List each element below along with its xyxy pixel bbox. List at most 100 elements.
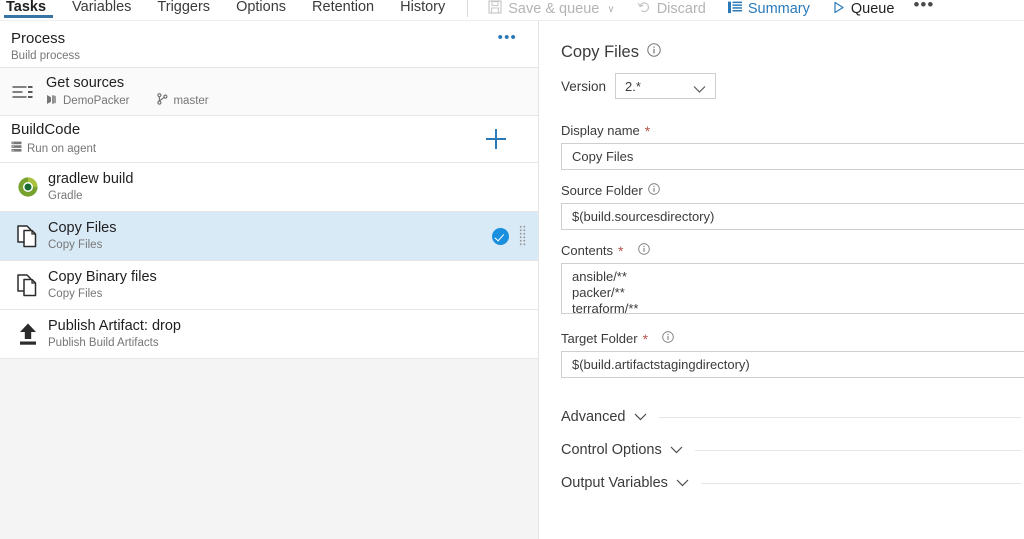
phase-text: BuildCode Run on agent <box>11 121 538 158</box>
task-subtitle: Copy Files <box>48 288 103 300</box>
source-folder-label: Source Folder <box>561 183 643 198</box>
task-row-gradlew-build[interactable]: gradlew build Gradle <box>0 163 538 212</box>
contents-field-group: Contents * ansible/** packer/** terrafor… <box>561 242 1024 319</box>
branch-icon <box>157 93 168 109</box>
save-and-queue-label: Save & queue <box>508 0 600 17</box>
task-text: gradlew build Gradle <box>48 170 538 204</box>
display-name-input[interactable] <box>561 143 1024 170</box>
get-sources-text: Get sources DemoPacker master <box>46 74 538 109</box>
info-icon[interactable] <box>647 182 660 199</box>
version-label: Version <box>561 78 607 94</box>
task-subtitle: Copy Files <box>48 239 103 251</box>
task-title: Copy Binary files <box>48 269 157 285</box>
task-row-copy-binary-files[interactable]: Copy Binary files Copy Files <box>0 261 538 310</box>
section-control-options-label: Control Options <box>561 442 662 458</box>
task-row-publish-artifact[interactable]: Publish Artifact: drop Publish Build Art… <box>0 310 538 359</box>
display-name-field-group: Display name * <box>561 122 1024 170</box>
target-folder-label: Target Folder <box>561 331 638 346</box>
version-select[interactable]: 2.* <box>615 73 717 99</box>
task-row-copy-files[interactable]: Copy Files Copy Files <box>0 212 538 261</box>
get-sources-branch: master <box>157 93 209 109</box>
summary-button[interactable]: Summary <box>717 0 821 18</box>
section-divider <box>658 416 1021 418</box>
section-control-options[interactable]: Control Options <box>561 441 1021 459</box>
target-folder-field-group: Target Folder * <box>561 330 1024 378</box>
contents-textarea[interactable]: ansible/** packer/** terraform/** <box>561 263 1024 314</box>
tab-options[interactable]: Options <box>223 0 299 21</box>
target-folder-label-row: Target Folder * <box>561 330 1024 347</box>
section-advanced[interactable]: Advanced <box>561 408 1021 426</box>
info-icon[interactable] <box>647 42 661 62</box>
source-folder-input[interactable] <box>561 203 1024 230</box>
tab-active-underline <box>4 15 54 18</box>
tab-retention-label: Retention <box>312 0 375 15</box>
gradle-icon <box>8 175 48 199</box>
version-value: 2.* <box>625 78 641 94</box>
tab-history[interactable]: History <box>387 0 458 21</box>
publish-artifact-icon <box>8 322 48 346</box>
play-icon <box>832 1 845 18</box>
tab-variables-label: Variables <box>72 0 132 15</box>
section-output-variables[interactable]: Output Variables <box>561 474 1021 492</box>
pipeline-tabs: Tasks Variables Triggers Options Retenti… <box>0 0 458 21</box>
pipeline-left-pane: Process Build process ••• Get sources De… <box>0 21 539 539</box>
task-text: Publish Artifact: drop Publish Build Art… <box>48 317 538 351</box>
display-name-label-row: Display name * <box>561 122 1024 139</box>
phase-row-buildcode[interactable]: BuildCode Run on agent <box>0 116 538 163</box>
contents-label-row: Contents * <box>561 242 1024 259</box>
task-enabled-check-icon[interactable] <box>492 227 509 245</box>
toolbar-overflow-button[interactable]: ••• <box>905 0 942 13</box>
tab-tasks-label: Tasks <box>6 0 47 15</box>
phase-title: BuildCode <box>11 120 81 138</box>
chevron-down-icon: ∨ <box>607 3 615 15</box>
info-icon[interactable] <box>662 330 674 347</box>
discard-button[interactable]: Discard <box>626 0 717 18</box>
queue-label: Queue <box>850 0 895 17</box>
chevron-down-icon <box>676 474 689 492</box>
info-icon[interactable] <box>637 242 650 259</box>
version-row: Version 2.* <box>561 73 1024 99</box>
process-header[interactable]: Process Build process ••• <box>0 21 538 68</box>
save-icon <box>488 0 502 18</box>
repository-icon <box>46 94 58 109</box>
task-text: Copy Binary files Copy Files <box>48 268 538 302</box>
tab-tasks[interactable]: Tasks <box>0 0 59 21</box>
source-folder-label-row: Source Folder <box>561 182 1024 199</box>
get-sources-row[interactable]: Get sources DemoPacker master <box>0 68 538 116</box>
task-title: Publish Artifact: drop <box>48 318 181 334</box>
tab-options-label: Options <box>236 0 287 15</box>
get-sources-repo-label: DemoPacker <box>63 95 130 107</box>
queue-button[interactable]: Queue <box>821 0 906 18</box>
target-folder-input[interactable] <box>561 351 1024 378</box>
task-detail-pane: Copy Files Version 2.* Display name * Co… <box>540 21 1024 539</box>
chevron-down-icon <box>670 441 683 459</box>
task-detail-title: Copy Files <box>561 43 639 61</box>
tab-retention[interactable]: Retention <box>299 0 387 21</box>
chevron-down-icon <box>634 408 647 426</box>
top-bar: Tasks Variables Triggers Options Retenti… <box>0 0 1024 21</box>
process-subtitle: Build process <box>11 50 81 62</box>
agent-icon <box>11 140 22 158</box>
section-output-variables-label: Output Variables <box>561 475 668 491</box>
source-folder-field-group: Source Folder <box>561 182 1024 230</box>
tab-variables[interactable]: Variables <box>59 0 144 21</box>
tab-triggers[interactable]: Triggers <box>144 0 223 21</box>
get-sources-title: Get sources <box>46 75 125 91</box>
copy-files-icon <box>8 224 48 249</box>
contents-label: Contents <box>561 243 614 258</box>
task-detail-title-row: Copy Files <box>561 42 1024 62</box>
build-pipeline-editor: Tasks Variables Triggers Options Retenti… <box>0 0 1024 539</box>
task-drag-handle[interactable] <box>519 225 526 247</box>
phase-meta: Run on agent <box>11 140 538 158</box>
get-sources-branch-label: master <box>173 95 209 107</box>
task-subtitle: Publish Build Artifacts <box>48 337 159 349</box>
display-name-label: Display name <box>561 123 640 138</box>
process-overflow-button[interactable]: ••• <box>498 30 517 45</box>
save-and-queue-button[interactable]: Save & queue ∨ <box>477 0 625 18</box>
required-marker: * <box>618 242 624 259</box>
task-title: Copy Files <box>48 220 117 236</box>
section-divider <box>700 482 1021 484</box>
task-text: Copy Files Copy Files <box>48 219 538 253</box>
add-task-button[interactable] <box>486 129 506 149</box>
required-marker: * <box>642 330 649 347</box>
